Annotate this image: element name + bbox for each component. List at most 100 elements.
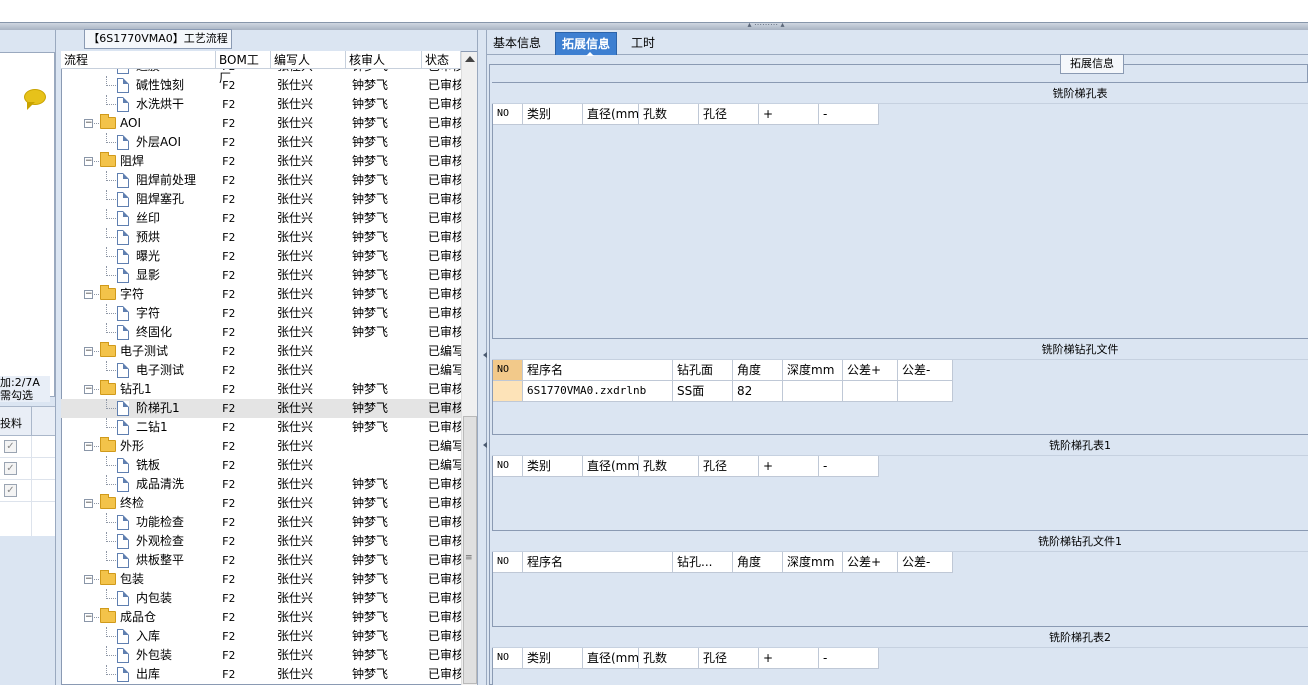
tree-row[interactable]: − 包装 F2 张仕兴 钟梦飞 已审核 — [61, 570, 461, 589]
grid-column-header[interactable]: 直径(mm) — [583, 456, 639, 477]
vertical-splitter[interactable] — [477, 30, 487, 685]
grid-column-header[interactable]: NO — [493, 456, 523, 477]
feed-checkbox[interactable]: ✓ — [4, 440, 17, 453]
tree-row[interactable]: 成品清洗 F2 张仕兴 钟梦飞 已审核 — [61, 475, 461, 494]
tree-row[interactable]: − 字符 F2 张仕兴 钟梦飞 已审核 — [61, 285, 461, 304]
grid-cell[interactable] — [843, 381, 898, 402]
grid-column-header[interactable]: 孔数 — [639, 104, 699, 125]
grid-column-header[interactable]: 类别 — [523, 456, 583, 477]
grid-column-header[interactable]: 程序名 — [523, 552, 673, 573]
splitter-grip-icon[interactable]: ▴ ⋯⋯⋯ ▴ — [735, 21, 797, 30]
grid-column-header[interactable]: 类别 — [523, 104, 583, 125]
expand-toggle-icon[interactable]: − — [84, 442, 93, 451]
grid-column-header[interactable]: NO — [493, 360, 523, 381]
tree-row[interactable]: 功能检查 F2 张仕兴 钟梦飞 已审核 — [61, 513, 461, 532]
tree-row[interactable]: 阻焊前处理 F2 张仕兴 钟梦飞 已审核 — [61, 171, 461, 190]
grid-column-header[interactable]: - — [819, 104, 879, 125]
expand-toggle-icon[interactable]: − — [84, 385, 93, 394]
expand-toggle-icon[interactable]: − — [84, 499, 93, 508]
scroll-up-icon[interactable] — [465, 56, 475, 62]
tree-row[interactable]: 电子测试 F2 张仕兴 已编写 — [61, 361, 461, 380]
tab-3[interactable]: 工时 — [625, 32, 661, 55]
grid-column-header[interactable]: - — [819, 456, 879, 477]
grid-column-header[interactable]: NO — [493, 104, 523, 125]
grid-column-header[interactable]: - — [819, 648, 879, 669]
tree-row[interactable]: 显影 F2 张仕兴 钟梦飞 已审核 — [61, 266, 461, 285]
tree-row[interactable]: 碱性蚀刻 F2 张仕兴 钟梦飞 已审核 — [61, 76, 461, 95]
collapse-left-icon[interactable] — [480, 352, 487, 358]
tree-row[interactable]: − AOI F2 张仕兴 钟梦飞 已审核 — [61, 114, 461, 133]
tree-row[interactable]: 字符 F2 张仕兴 钟梦飞 已审核 — [61, 304, 461, 323]
expand-toggle-icon[interactable]: − — [84, 347, 93, 356]
tree-column-header[interactable]: 编写人 — [271, 51, 346, 69]
grid-column-header[interactable]: 深度mm — [783, 552, 843, 573]
grid-cell[interactable]: SS面 — [673, 381, 733, 402]
grid-cell[interactable]: 82 — [733, 381, 783, 402]
grid-column-header[interactable]: 公差- — [898, 552, 953, 573]
tree-row[interactable]: 外层AOI F2 张仕兴 钟梦飞 已审核 — [61, 133, 461, 152]
tab-2[interactable]: 拓展信息 — [555, 32, 618, 56]
grid-column-header[interactable]: 深度mm — [783, 360, 843, 381]
grid-column-header[interactable]: 钻孔... — [673, 552, 733, 573]
feed-checkbox[interactable]: ✓ — [4, 484, 17, 497]
tree-row[interactable]: 预烘 F2 张仕兴 钟梦飞 已审核 — [61, 228, 461, 247]
expand-toggle-icon[interactable]: − — [84, 613, 93, 622]
tree-row[interactable]: 二钻1 F2 张仕兴 钟梦飞 已审核 — [61, 418, 461, 437]
tree-row[interactable]: 水洗烘干 F2 张仕兴 钟梦飞 已审核 — [61, 95, 461, 114]
grid-column-header[interactable]: 公差+ — [843, 360, 898, 381]
grid-column-header[interactable]: NO — [493, 648, 523, 669]
tree-row[interactable]: − 钻孔1 F2 张仕兴 钟梦飞 已审核 — [61, 380, 461, 399]
tree-row[interactable]: − 终检 F2 张仕兴 钟梦飞 已审核 — [61, 494, 461, 513]
tree-row[interactable]: 终固化 F2 张仕兴 钟梦飞 已审核 — [61, 323, 461, 342]
expand-toggle-icon[interactable]: − — [84, 575, 93, 584]
grid-column-header[interactable]: NO — [493, 552, 523, 573]
grid-column-header[interactable]: 类别 — [523, 648, 583, 669]
section-grid[interactable]: NO 类别 直径(mm) 孔数 孔径 + - — [492, 104, 1308, 339]
tree-row[interactable]: 外观检查 F2 张仕兴 钟梦飞 已审核 — [61, 532, 461, 551]
tree-row[interactable]: 阻焊塞孔 F2 张仕兴 钟梦飞 已审核 — [61, 190, 461, 209]
tree-row[interactable]: 丝印 F2 张仕兴 钟梦飞 已审核 — [61, 209, 461, 228]
grid-cell[interactable] — [783, 381, 843, 402]
tree-row[interactable]: 内包装 F2 张仕兴 钟梦飞 已审核 — [61, 589, 461, 608]
scroll-thumb[interactable] — [463, 416, 477, 684]
tree-vertical-scrollbar[interactable]: ≡ — [461, 52, 477, 685]
tree-column-header[interactable]: 流程 — [61, 51, 216, 69]
chat-bubble-icon[interactable] — [24, 89, 46, 110]
tree-column-header[interactable]: 状态 — [422, 51, 461, 69]
collapse-left-icon-2[interactable] — [480, 442, 487, 448]
grid-column-header[interactable]: 程序名 — [523, 360, 673, 381]
grid-column-header[interactable]: 钻孔面 — [673, 360, 733, 381]
tree-row[interactable]: 烘板整平 F2 张仕兴 钟梦飞 已审核 — [61, 551, 461, 570]
tree-row[interactable]: − 电子测试 F2 张仕兴 已编写 — [61, 342, 461, 361]
process-tree-rows[interactable]: 退膜F2张仕兴钟梦飞已审核碱性蚀刻F2张仕兴钟梦飞已审核水洗烘干F2张仕兴钟梦飞… — [61, 58, 461, 685]
expand-toggle-icon[interactable]: − — [84, 290, 93, 299]
grid-column-header[interactable]: + — [759, 456, 819, 477]
tree-row[interactable]: 曝光 F2 张仕兴 钟梦飞 已审核 — [61, 247, 461, 266]
grid-column-header[interactable]: 孔数 — [639, 648, 699, 669]
grid-column-header[interactable]: 直径(mm) — [583, 648, 639, 669]
tree-row[interactable]: − 成品仓 F2 张仕兴 钟梦飞 已审核 — [61, 608, 461, 627]
expand-toggle-icon[interactable]: − — [84, 157, 93, 166]
grid-column-header[interactable]: 公差+ — [843, 552, 898, 573]
grid-cell[interactable] — [493, 381, 523, 402]
grid-column-header[interactable]: + — [759, 648, 819, 669]
tree-row[interactable]: 出库 F2 张仕兴 钟梦飞 已审核 — [61, 665, 461, 684]
tree-row[interactable]: 外包装 F2 张仕兴 钟梦飞 已审核 — [61, 646, 461, 665]
section-grid[interactable]: NO 类别 直径(mm) 孔数 孔径 + - — [492, 648, 1308, 685]
grid-column-header[interactable]: 孔径 — [699, 104, 759, 125]
grid-column-header[interactable]: 孔径 — [699, 648, 759, 669]
grid-column-header[interactable]: 角度 — [733, 552, 783, 573]
tree-column-header[interactable]: BOM工厂 — [216, 51, 271, 85]
tree-row[interactable]: 阶梯孔1 F2 张仕兴 钟梦飞 已审核 — [61, 399, 461, 418]
section-grid[interactable]: NO 程序名 钻孔面 角度 深度mm 公差+ 公差- 6S1770VMA0.zxdrlnb SS… — [492, 360, 1308, 435]
tab-1[interactable]: 基本信息 — [487, 32, 547, 55]
section-grid[interactable]: NO 程序名 钻孔... 角度 深度mm 公差+ 公差- — [492, 552, 1308, 627]
grid-column-header[interactable]: 孔数 — [639, 456, 699, 477]
section-grid[interactable]: NO 类别 直径(mm) 孔数 孔径 + - — [492, 456, 1308, 531]
tree-column-header[interactable]: 核审人 — [346, 51, 422, 69]
grid-column-header[interactable]: 直径(mm) — [583, 104, 639, 125]
grid-cell[interactable] — [898, 381, 953, 402]
grid-column-header[interactable]: + — [759, 104, 819, 125]
tree-row[interactable]: 铣板 F2 张仕兴 已编写 — [61, 456, 461, 475]
tree-row[interactable]: 入库 F2 张仕兴 钟梦飞 已审核 — [61, 627, 461, 646]
